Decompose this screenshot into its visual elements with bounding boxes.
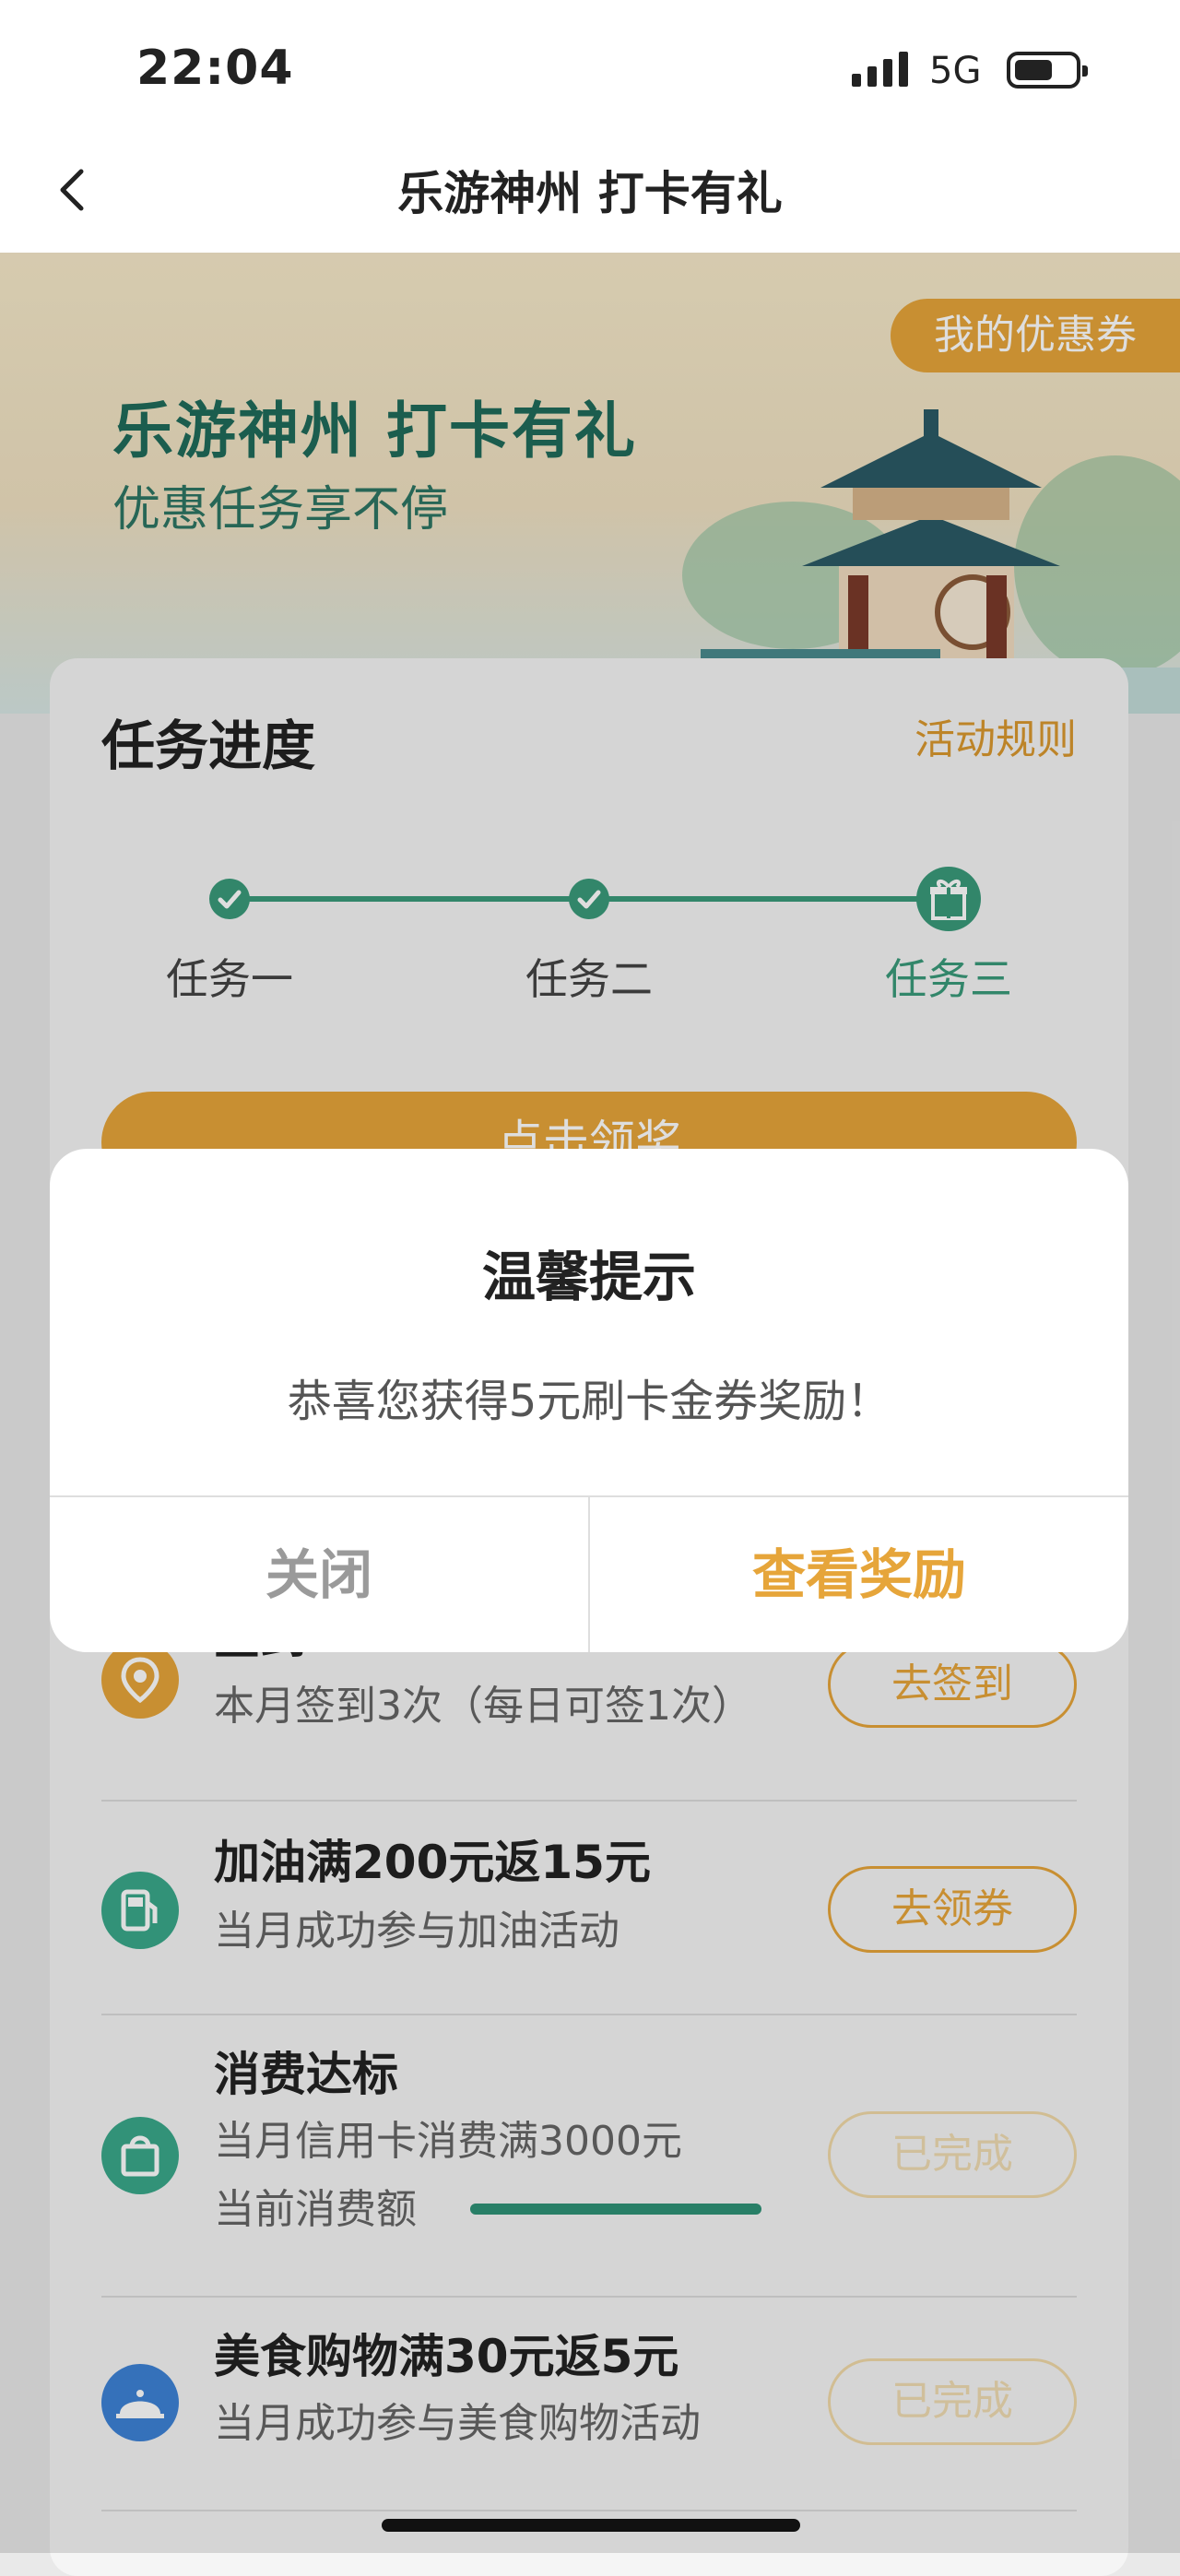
signal-icon — [852, 52, 908, 87]
step-one-label: 任务一 — [166, 954, 293, 1004]
dialog-title: 温馨提示 — [481, 1246, 696, 1308]
task-desc: 当月信用卡消费满3000元 — [214, 2118, 682, 2165]
nav-bar: 乐游神州 打卡有礼 — [0, 138, 1180, 253]
completed-button: 已完成 — [828, 2111, 1077, 2198]
task-row-spending: 消费达标 当月信用卡消费满3000元 当前消费额 已完成 — [101, 2015, 1077, 2298]
task-desc: 本月签到3次（每日可签1次） — [214, 1683, 752, 1730]
page-title: 乐游神州 打卡有礼 — [397, 167, 783, 220]
home-indicator[interactable] — [382, 2519, 800, 2532]
location-pin-icon — [101, 1641, 179, 1719]
task-row-fuel: 加油满200元返15元 当月成功参与加油活动 去领券 — [101, 1802, 1077, 2015]
view-reward-button[interactable]: 查看奖励 — [590, 1497, 1128, 1652]
step-three-label: 任务三 — [885, 954, 1012, 1004]
gas-pump-icon — [101, 1872, 179, 1949]
get-coupon-button[interactable]: 去领券 — [828, 1866, 1077, 1953]
promo-banner: 我的优惠券 乐游神州 打卡有礼 优惠任务享不停 — [0, 253, 1180, 714]
completed-button: 已完成 — [828, 2358, 1077, 2445]
status-bar: 22:04 5G — [0, 0, 1180, 138]
reward-dialog: 温馨提示 恭喜您获得5元刷卡金券奖励！ 关闭 查看奖励 — [50, 1149, 1128, 1652]
go-checkin-button[interactable]: 去签到 — [828, 1641, 1077, 1728]
step-two-check-icon — [569, 879, 609, 919]
task-name: 消费达标 — [214, 2048, 398, 2101]
spend-progress-fill — [470, 2204, 761, 2215]
task-desc: 当月成功参与美食购物活动 — [214, 2400, 701, 2447]
banner-subtitle: 优惠任务享不停 — [112, 482, 449, 538]
step-two-label: 任务二 — [525, 954, 653, 1004]
task-desc-spend-label: 当前消费额 — [214, 2186, 417, 2233]
battery-icon — [1007, 52, 1088, 89]
food-cloche-icon — [101, 2364, 179, 2441]
task-name: 美食购物满30元返5元 — [214, 2330, 679, 2383]
activity-rules-link[interactable]: 活动规则 — [914, 706, 1077, 765]
dialog-message: 恭喜您获得5元刷卡金券奖励！ — [287, 1376, 891, 1427]
task-row-food: 美食购物满30元返5元 当月成功参与美食购物活动 已完成 — [101, 2298, 1077, 2511]
banner-title: 乐游神州 打卡有礼 — [112, 396, 637, 467]
task-name: 加油满200元返15元 — [214, 1836, 651, 1889]
close-button[interactable]: 关闭 — [50, 1497, 588, 1652]
network-type: 5G — [929, 50, 982, 92]
step-three-gift-icon — [916, 867, 981, 931]
status-time: 22:04 — [136, 41, 294, 96]
spend-progress-bar — [470, 2204, 761, 2215]
task-desc: 当月成功参与加油活动 — [214, 1908, 620, 1955]
step-one-check-icon — [209, 879, 250, 919]
task-progress-title: 任务进度 — [101, 715, 316, 777]
shopping-bag-icon — [101, 2117, 179, 2194]
